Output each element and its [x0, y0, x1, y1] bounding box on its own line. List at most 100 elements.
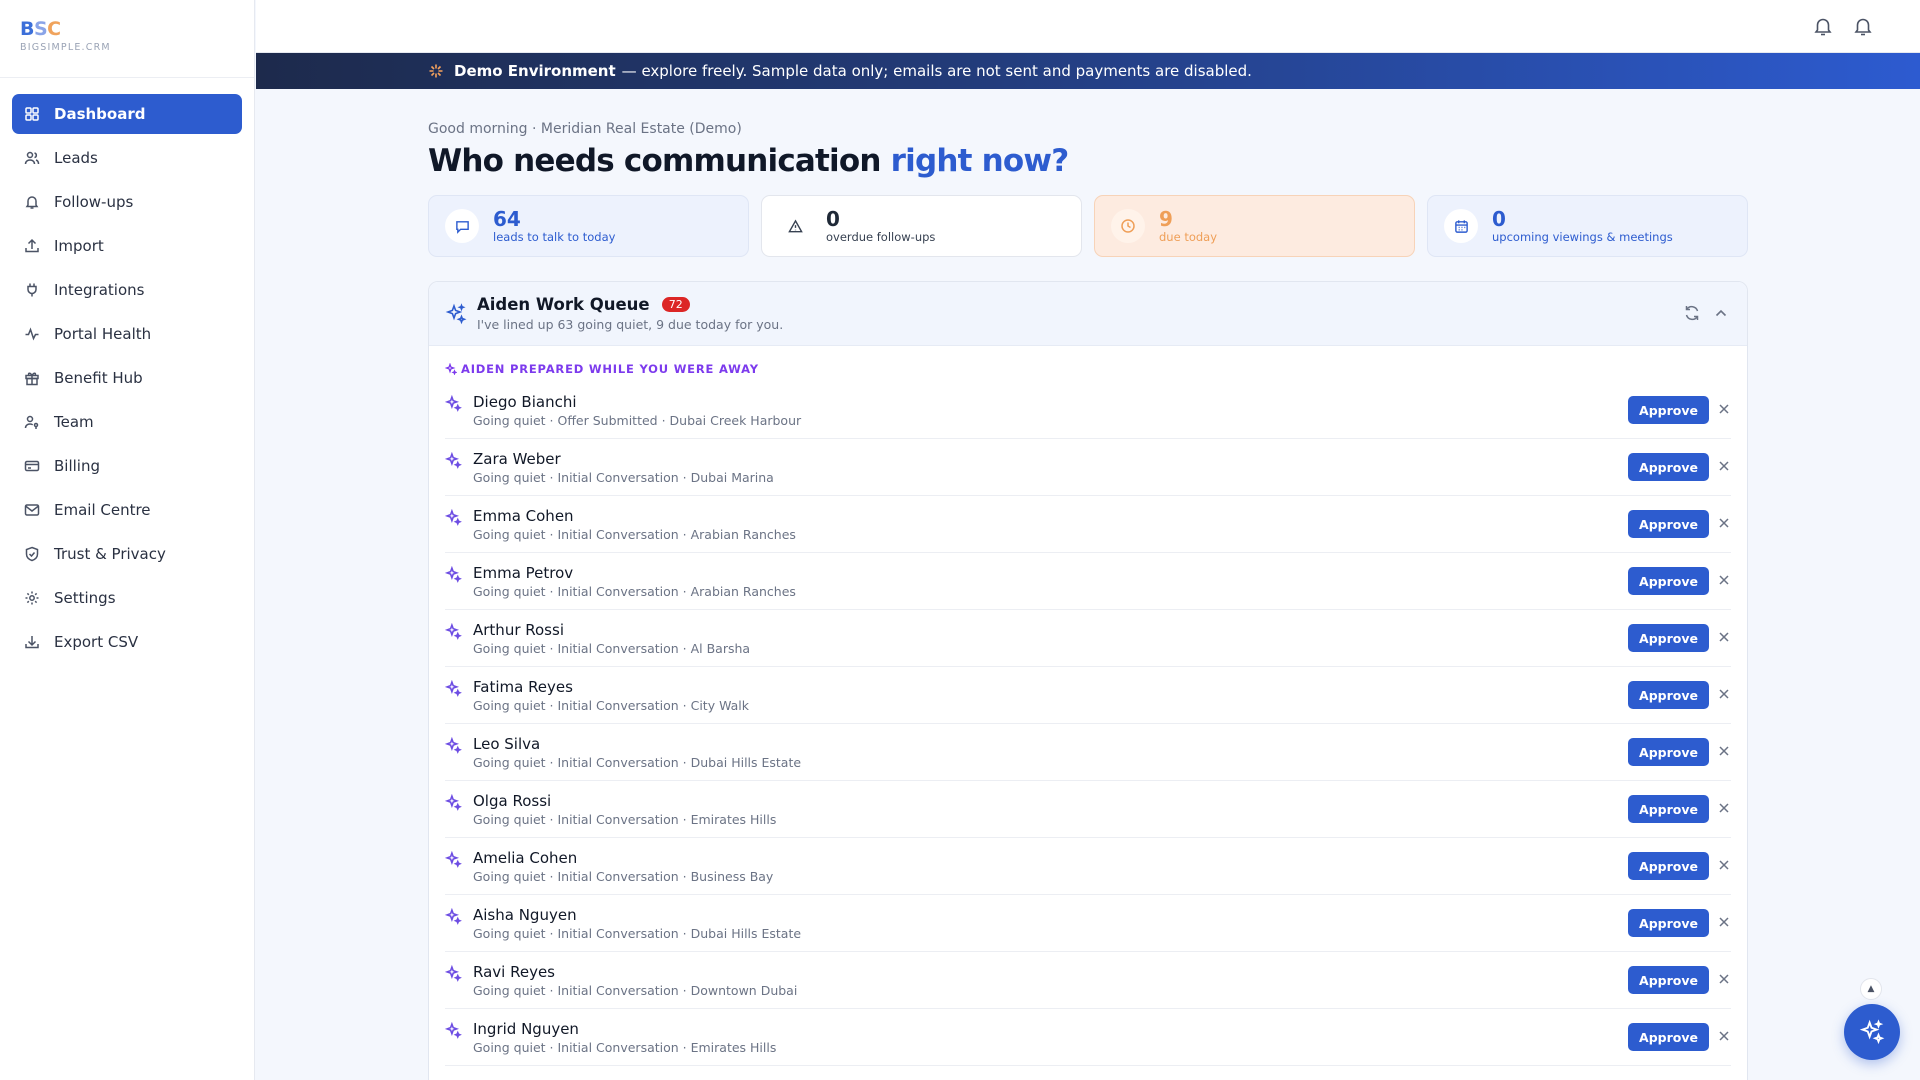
sidebar-item-integrations[interactable]: Integrations — [12, 270, 242, 310]
sidebar-item-benefit-hub[interactable]: Benefit Hub — [12, 358, 242, 398]
close-icon[interactable] — [1717, 516, 1731, 530]
sidebar-nav: Dashboard Leads Follow-ups Import Integr… — [0, 78, 254, 682]
lead-name[interactable]: Zara Weber — [473, 450, 774, 468]
sidebar-item-follow-ups[interactable]: Follow-ups — [12, 182, 242, 222]
close-icon[interactable] — [1717, 1029, 1731, 1043]
work-queue-row[interactable]: Ravi Reyes Going quiet · Initial Conversa… — [445, 952, 1731, 1009]
work-queue-row[interactable]: Fatima Reyes Going quiet · Initial Conver… — [445, 667, 1731, 724]
lead-name[interactable]: Aisha Nguyen — [473, 906, 801, 924]
sparkle-icon — [429, 64, 443, 78]
work-queue-row[interactable]: Diego Bianchi Going quiet · Offer Submitt… — [445, 382, 1731, 439]
close-icon[interactable] — [1717, 858, 1731, 872]
sidebar-item-dashboard[interactable]: Dashboard — [12, 94, 242, 134]
sidebar-item-portal-health[interactable]: Portal Health — [12, 314, 242, 354]
close-icon[interactable] — [1717, 687, 1731, 701]
sidebar-item-email-centre[interactable]: Email Centre — [12, 490, 242, 530]
warning-triangle-icon — [778, 209, 812, 243]
chevron-up-icon[interactable] — [1712, 304, 1730, 322]
lead-meta: Going quiet · Initial Conversation · Ara… — [473, 526, 796, 542]
work-queue-row[interactable]: Aisha Nguyen Going quiet · Initial Conver… — [445, 895, 1731, 952]
sidebar-item-team[interactable]: Team — [12, 402, 242, 442]
lead-name[interactable]: Emma Cohen — [473, 507, 796, 525]
sidebar-item-label: Leads — [54, 149, 98, 167]
lead-name[interactable]: Olga Rossi — [473, 792, 776, 810]
sidebar-item-label: Dashboard — [54, 105, 146, 123]
approve-button[interactable]: Approve — [1628, 738, 1709, 766]
brand-logo: BSC — [20, 18, 61, 40]
sidebar-item-label: Export CSV — [54, 633, 139, 651]
approve-button[interactable]: Approve — [1628, 510, 1709, 538]
lead-name[interactable]: Leo Silva — [473, 735, 801, 753]
close-icon[interactable] — [1717, 972, 1731, 986]
lead-name[interactable]: Emma Petrov — [473, 564, 796, 582]
approve-button[interactable]: Approve — [1628, 453, 1709, 481]
sidebar-item-billing[interactable]: Billing — [12, 446, 242, 486]
lead-meta: Going quiet · Initial Conversation · Dow… — [473, 982, 798, 998]
section-label-text: AIDEN PREPARED WHILE YOU WERE AWAY — [461, 362, 759, 376]
work-queue-title: Aiden Work Queue — [477, 295, 650, 314]
headline-text: Who needs communication — [428, 143, 881, 179]
work-queue-row[interactable]: Arthur Rossi Going quiet · Initial Conver… — [445, 610, 1731, 667]
approve-button[interactable]: Approve — [1628, 909, 1709, 937]
close-icon[interactable] — [1717, 915, 1731, 929]
stat-card-leads-today[interactable]: 64 leads to talk to today — [428, 195, 749, 257]
ai-assistant-button[interactable] — [1844, 1004, 1900, 1060]
work-queue-row[interactable]: Amelia Cohen Going quiet · Initial Conver… — [445, 838, 1731, 895]
sparkle-icon — [445, 394, 462, 412]
sidebar-item-trust-privacy[interactable]: Trust & Privacy — [12, 534, 242, 574]
lead-meta: Going quiet · Initial Conversation · Al … — [473, 640, 751, 656]
alerts-bell-icon[interactable] — [1852, 15, 1874, 37]
work-queue-header: Aiden Work Queue 72 I've lined up 63 goi… — [429, 282, 1747, 346]
lead-name[interactable]: Ingrid Nguyen — [473, 1020, 776, 1038]
main-content: Good morning · Meridian Real Estate (Dem… — [428, 89, 1748, 1080]
sidebar-item-label: Portal Health — [54, 325, 152, 343]
lead-name[interactable]: Fatima Reyes — [473, 678, 749, 696]
approve-button[interactable]: Approve — [1628, 852, 1709, 880]
notifications-bell-icon[interactable] — [1812, 15, 1834, 37]
sparkle-icon — [445, 565, 462, 583]
refresh-icon[interactable] — [1683, 304, 1701, 322]
sidebar-item-settings[interactable]: Settings — [12, 578, 242, 618]
close-icon[interactable] — [1717, 744, 1731, 758]
lead-name[interactable]: Arthur Rossi — [473, 621, 750, 639]
stat-card-overdue[interactable]: 0 overdue follow-ups — [761, 195, 1082, 257]
work-queue-row[interactable]: Emma Petrov Going quiet · Initial Convers… — [445, 553, 1731, 610]
lead-name[interactable]: Diego Bianchi — [473, 393, 801, 411]
sidebar-item-label: Trust & Privacy — [54, 545, 166, 563]
stat-card-viewings[interactable]: 0 upcoming viewings & meetings — [1427, 195, 1748, 257]
stat-card-due-today[interactable]: 9 due today — [1094, 195, 1415, 257]
scroll-to-top-button[interactable]: ▲ — [1860, 978, 1882, 1000]
sidebar-item-export-csv[interactable]: Export CSV — [12, 622, 242, 662]
approve-button[interactable]: Approve — [1628, 681, 1709, 709]
close-icon[interactable] — [1717, 801, 1731, 815]
work-queue-row[interactable]: Ingrid Nguyen Going quiet · Initial Conve… — [445, 1009, 1731, 1066]
work-queue-row[interactable]: Leo Silva Going quiet · Initial Conversat… — [445, 724, 1731, 781]
approve-button[interactable]: Approve — [1628, 1023, 1709, 1051]
plug-icon — [27, 283, 37, 297]
section-label: AIDEN PREPARED WHILE YOU WERE AWAY — [429, 346, 1747, 382]
approve-button[interactable]: Approve — [1628, 624, 1709, 652]
activity-icon — [25, 327, 39, 341]
close-icon[interactable] — [1717, 459, 1731, 473]
approve-button[interactable]: Approve — [1628, 966, 1709, 994]
sidebar-item-label: Integrations — [54, 281, 145, 299]
close-icon[interactable] — [1717, 402, 1731, 416]
work-queue-subtitle: I've lined up 63 going quiet, 9 due toda… — [477, 317, 784, 332]
stat-label: overdue follow-ups — [826, 230, 936, 244]
sidebar-item-leads[interactable]: Leads — [12, 138, 242, 178]
work-queue-row[interactable]: Emma Cohen Going quiet · Initial Conversa… — [445, 496, 1731, 553]
gear-icon — [25, 591, 39, 605]
approve-button[interactable]: Approve — [1628, 396, 1709, 424]
approve-button[interactable]: Approve — [1628, 567, 1709, 595]
close-icon[interactable] — [1717, 573, 1731, 587]
stat-label: due today — [1159, 230, 1218, 244]
lead-name[interactable]: Amelia Cohen — [473, 849, 773, 867]
close-icon[interactable] — [1717, 630, 1731, 644]
brand[interactable]: BSC BIGSIMPLE.CRM — [0, 0, 254, 78]
approve-button[interactable]: Approve — [1628, 795, 1709, 823]
work-queue-row[interactable]: Olga Rossi Going quiet · Initial Conversa… — [445, 781, 1731, 838]
sidebar-item-import[interactable]: Import — [12, 226, 242, 266]
work-queue-row[interactable]: Zara Weber Going quiet · Initial Conversa… — [445, 439, 1731, 496]
stats-row: 64 leads to talk to today 0 overdue foll… — [428, 195, 1748, 257]
lead-name[interactable]: Ravi Reyes — [473, 963, 797, 981]
